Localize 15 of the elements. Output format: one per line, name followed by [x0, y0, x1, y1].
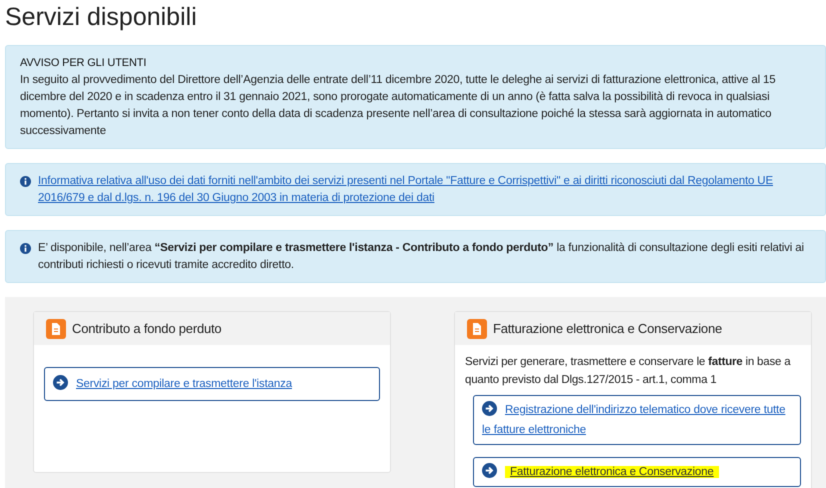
info-icon: [20, 243, 31, 254]
service-link[interactable]: Fatturazione elettronica e Conservazione: [473, 457, 801, 487]
document-icon: [46, 318, 66, 338]
card-description: Servizi per generare, trasmettere e conservare le fatture in base a quanto previsto dal Dlgs.127/2015 - art.1, comma 1: [465, 355, 792, 388]
info-icon: [20, 176, 31, 187]
service-link[interactable]: Registrazione dell'indirizzo telematico dove ricevere tutte le fatture elettroniche: [473, 395, 801, 445]
card-title: Contributo a fondo perduto: [72, 321, 222, 336]
page-title: Servizi disponibili: [4, 2, 198, 33]
notice-text: In seguito al provvedimento del Direttore dell’Agenzia delle entrate dell’11 dicembre 2020, tutte le deleghe ai servizi di fatturazione elettronica, attive al 15 dicembre del 2020 e in scadenza entro il 31 gennaio 2021, sono prorogate automaticamente di un anno (è fatta salva la possibilità di revoca in qualsiasi momento). Pertanto si invita a non tener conto della data di scadenza presente nell’area di consultazione poiché la stessa sarà aggiornata in automatico successivamente: [20, 73, 777, 139]
document-icon: [467, 318, 487, 338]
info-text: E’ disponibile, nell’area “Servizi per compilare e trasmettere l'istanza - Contributo a fondo perduto” la funzionalità di consultazione degli esiti relativi ai contributi richiesti o ricevuti tramite accredito diretto.: [38, 241, 805, 273]
notice-heading: AVVISO PER GLI UTENTI: [20, 56, 148, 71]
service-link[interactable]: Servizi per compilare e trasmettere l'istanza: [44, 367, 380, 401]
privacy-link[interactable]: Informativa relativa all'uso dei dati forniti nell'ambito dei servizi presenti nel Portale "Fatture e Corrispettivi" e ai diritti riconosciuti dal Regolamento UE 2016/679 e dal d.lgs. n. 196 del 30 Giugno 2003 in materia di protezione dei dati: [38, 173, 821, 207]
card-title: Fatturazione elettronica e Conservazione: [493, 321, 722, 336]
